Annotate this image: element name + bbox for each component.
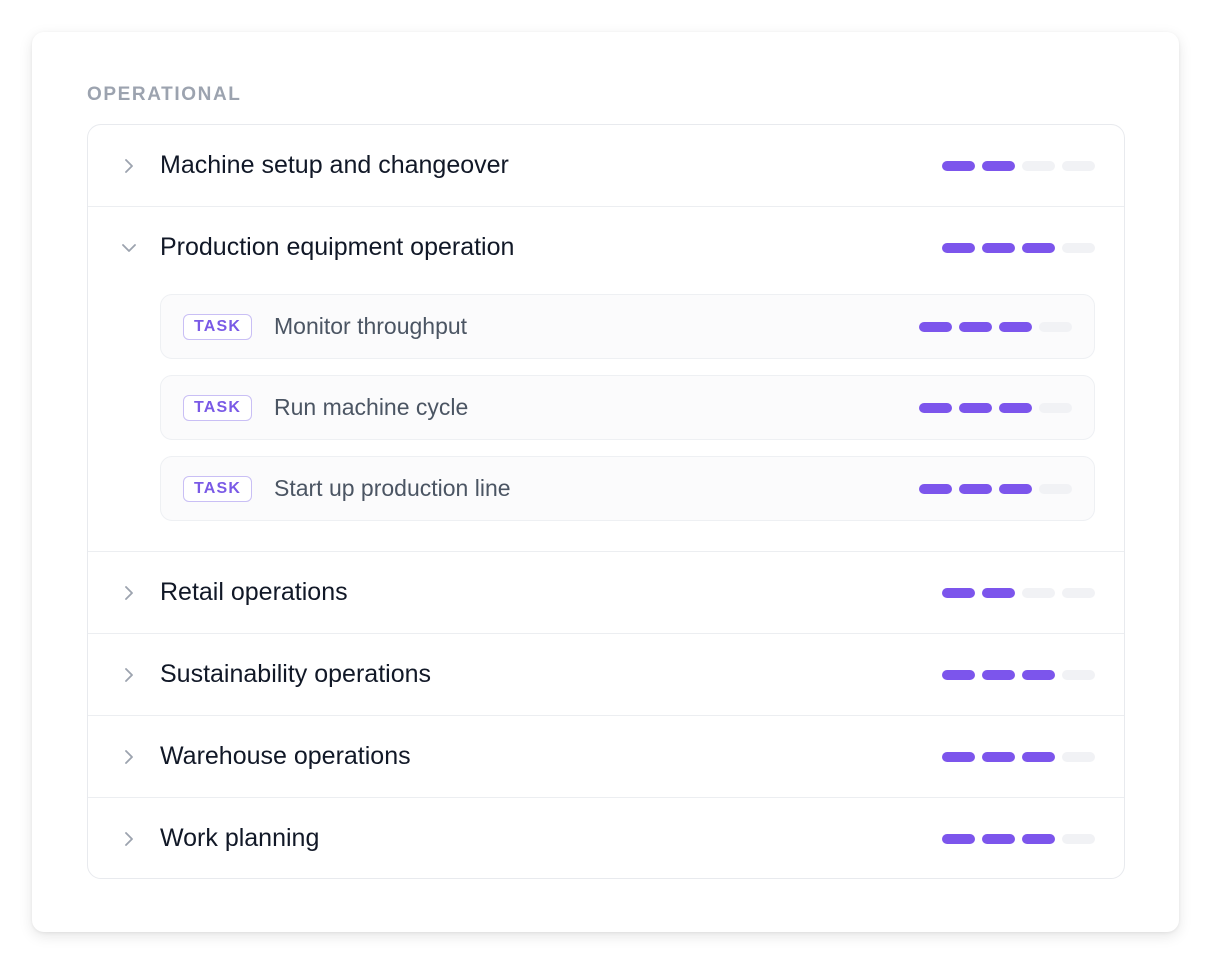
skills-card: OPERATIONAL Machine setup and changeover… — [32, 32, 1179, 932]
skill-group-header[interactable]: Retail operations — [88, 552, 1124, 633]
level-segment-filled — [982, 833, 1015, 844]
skill-group-header[interactable]: Production equipment operation — [88, 207, 1124, 288]
skill-group-title: Sustainability operations — [160, 660, 431, 688]
skill-group-header[interactable]: Work planning — [88, 798, 1124, 878]
level-segment-filled — [942, 587, 975, 598]
proficiency-level-meter — [942, 669, 1095, 680]
task-list: TASK Monitor throughput TASK Run machine cy… — [88, 288, 1124, 551]
level-segment-filled — [982, 751, 1015, 762]
task-item[interactable]: TASK Start up production line — [160, 456, 1095, 521]
chevron-right-icon[interactable] — [120, 584, 138, 602]
task-item[interactable]: TASK Monitor throughput — [160, 294, 1095, 359]
level-segment-filled — [942, 833, 975, 844]
level-segment-empty — [1062, 587, 1095, 598]
skill-group-title: Work planning — [160, 824, 320, 852]
skill-group-header[interactable]: Warehouse operations — [88, 716, 1124, 797]
level-segment-empty — [1062, 669, 1095, 680]
proficiency-level-meter — [942, 160, 1095, 171]
level-segment-filled — [942, 669, 975, 680]
task-item[interactable]: TASK Run machine cycle — [160, 375, 1095, 440]
level-segment-filled — [999, 402, 1032, 413]
chevron-right-icon[interactable] — [120, 666, 138, 684]
skill-group: Production equipment operation TASK Monito… — [88, 207, 1124, 552]
skill-group: Work planning — [88, 798, 1124, 878]
level-segment-empty — [1039, 402, 1072, 413]
level-segment-filled — [942, 160, 975, 171]
level-segment-empty — [1039, 483, 1072, 494]
level-segment-filled — [919, 402, 952, 413]
level-segment-filled — [942, 751, 975, 762]
level-segment-empty — [1062, 833, 1095, 844]
proficiency-level-meter — [942, 587, 1095, 598]
level-segment-filled — [942, 242, 975, 253]
section-label: OPERATIONAL — [87, 84, 242, 105]
level-segment-filled — [1022, 833, 1055, 844]
skill-group-header[interactable]: Sustainability operations — [88, 634, 1124, 715]
level-segment-filled — [982, 587, 1015, 598]
level-segment-filled — [999, 483, 1032, 494]
skill-group: Machine setup and changeover — [88, 125, 1124, 207]
skill-group-list: Machine setup and changeover Production e… — [87, 124, 1125, 879]
skill-group-title: Retail operations — [160, 578, 348, 606]
level-segment-filled — [1022, 751, 1055, 762]
chevron-right-icon[interactable] — [120, 748, 138, 766]
level-segment-empty — [1039, 321, 1072, 332]
level-segment-empty — [1062, 751, 1095, 762]
task-title: Monitor throughput — [274, 313, 468, 339]
level-segment-filled — [1022, 242, 1055, 253]
skill-group: Retail operations — [88, 552, 1124, 634]
level-segment-filled — [959, 483, 992, 494]
task-level-meter — [919, 402, 1072, 413]
task-level-meter — [919, 483, 1072, 494]
level-segment-empty — [1022, 160, 1055, 171]
level-segment-empty — [1062, 160, 1095, 171]
level-segment-filled — [999, 321, 1032, 332]
chevron-right-icon[interactable] — [120, 157, 138, 175]
level-segment-filled — [982, 242, 1015, 253]
skill-group-title: Production equipment operation — [160, 233, 515, 261]
proficiency-level-meter — [942, 833, 1095, 844]
skill-group-header[interactable]: Machine setup and changeover — [88, 125, 1124, 206]
chevron-down-icon[interactable] — [120, 239, 138, 257]
level-segment-filled — [919, 483, 952, 494]
level-segment-filled — [982, 160, 1015, 171]
level-segment-empty — [1022, 587, 1055, 598]
task-title: Start up production line — [274, 475, 511, 501]
level-segment-filled — [919, 321, 952, 332]
proficiency-level-meter — [942, 751, 1095, 762]
level-segment-filled — [982, 669, 1015, 680]
skill-group: Sustainability operations — [88, 634, 1124, 716]
skill-group: Warehouse operations — [88, 716, 1124, 798]
task-badge: TASK — [183, 394, 253, 421]
level-segment-filled — [959, 321, 992, 332]
task-badge: TASK — [183, 475, 253, 502]
chevron-right-icon[interactable] — [120, 830, 138, 848]
skill-group-title: Machine setup and changeover — [160, 151, 509, 179]
proficiency-level-meter — [942, 242, 1095, 253]
skill-group-title: Warehouse operations — [160, 742, 411, 770]
task-level-meter — [919, 321, 1072, 332]
level-segment-filled — [959, 402, 992, 413]
task-title: Run machine cycle — [274, 394, 469, 420]
level-segment-empty — [1062, 242, 1095, 253]
task-badge: TASK — [183, 313, 253, 340]
level-segment-filled — [1022, 669, 1055, 680]
